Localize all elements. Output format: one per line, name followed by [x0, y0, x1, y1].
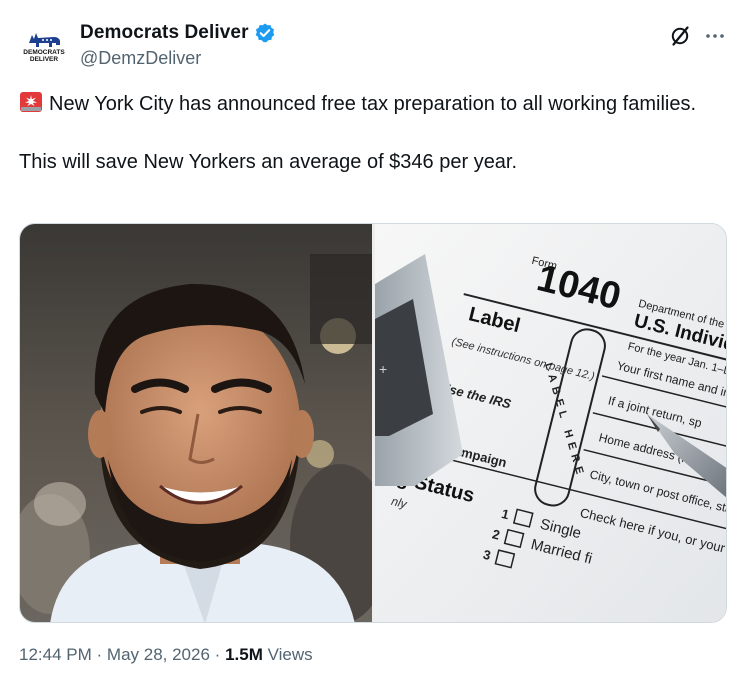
grok-icon[interactable] — [668, 24, 692, 48]
svg-text:+: + — [379, 361, 387, 377]
avatar[interactable]: DEMOCRATS DELIVER — [19, 21, 69, 71]
more-options-icon[interactable] — [703, 24, 727, 48]
media-photo-left[interactable] — [20, 224, 372, 622]
verified-badge-icon[interactable] — [254, 22, 276, 44]
svg-text:DEMOCRATS: DEMOCRATS — [23, 49, 65, 56]
views-count[interactable]: 1.5M — [225, 645, 263, 664]
meta-separator: · — [214, 645, 221, 664]
author-handle[interactable]: @DemzDeliver — [80, 48, 201, 69]
tweet-metadata: 12:44 PM · May 28, 2026 · 1.5M Views — [19, 645, 313, 665]
author-name-row: Democrats Deliver — [80, 22, 276, 44]
tweet-date[interactable]: May 28, 2026 — [107, 645, 210, 664]
media-grid: Form 1040 Department of the T U.S. Indiv… — [19, 223, 727, 623]
views-label: Views — [267, 645, 313, 664]
tweet-text-sentence-1: New York City has announced free tax pre… — [49, 93, 697, 115]
democrats-deliver-logo-icon: DEMOCRATS DELIVER — [19, 21, 69, 71]
svg-text:DELIVER: DELIVER — [30, 56, 58, 63]
tax-form-1040-photo: Form 1040 Department of the T U.S. Indiv… — [375, 224, 726, 622]
tweet-text-line-2: This will save New Yorkers an average of… — [19, 151, 518, 173]
tweet-time[interactable]: 12:44 PM — [19, 645, 92, 664]
author-display-name[interactable]: Democrats Deliver — [80, 22, 249, 44]
tweet-text-line-1: New York City has announced free tax pre… — [19, 90, 719, 119]
tweet: DEMOCRATS DELIVER Democrats Deliver @Dem… — [0, 0, 743, 681]
rotating-light-icon — [19, 91, 43, 113]
smiling-man-photo — [20, 224, 372, 622]
tweet-text: New York City has announced free tax pre… — [19, 90, 719, 177]
meta-separator: · — [96, 645, 103, 664]
media-photo-right[interactable]: Form 1040 Department of the T U.S. Indiv… — [375, 224, 726, 622]
